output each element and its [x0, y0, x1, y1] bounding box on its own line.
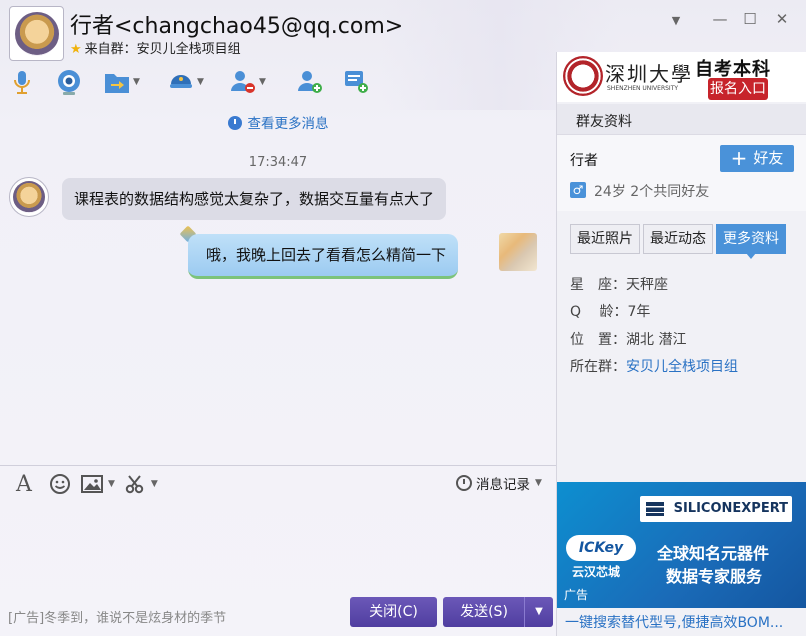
input-toolbar: A ▼ ▼	[10, 470, 158, 498]
sender-avatar[interactable]	[9, 177, 49, 217]
image-icon[interactable]	[78, 470, 106, 498]
profile-meta: 24岁 2个共同好友	[594, 181, 709, 201]
ad-text-link[interactable]: [广告]冬季到，谁说不是炫身材的季节	[8, 607, 226, 626]
message-bubble-received[interactable]: 课程表的数据结构感觉太复杂了，数据交互量有点大了	[62, 178, 447, 220]
chevron-down-icon[interactable]: ▼	[151, 479, 158, 489]
close-button[interactable]: 关闭(C)	[350, 597, 437, 627]
chevron-down-icon[interactable]: ▼	[535, 478, 542, 488]
close-window-button[interactable]: ✕	[771, 10, 793, 28]
profile-age: 24岁	[594, 184, 626, 200]
source-prefix: 来自群：	[84, 42, 137, 57]
window-title: 行者<changchao45@qq.com>	[70, 14, 404, 39]
add-friend-label: 好友	[753, 149, 784, 167]
font-icon[interactable]: A	[10, 470, 38, 498]
avatar-image	[13, 181, 45, 213]
section-title: 群友资料	[576, 114, 632, 130]
chevron-down-icon[interactable]: ▼	[108, 479, 115, 489]
mutual-friends[interactable]: 2个共同好友	[630, 184, 709, 200]
minimize-button[interactable]: —	[709, 10, 731, 28]
ickey-logo: ICKey	[566, 535, 636, 561]
message-timestamp: 17:34:47	[248, 155, 308, 170]
chat-window: 行者<changchao45@qq.com> ★ 来自群：安贝儿全栈项目组 ▼ —…	[0, 0, 806, 636]
section-header: 群友资料	[557, 104, 806, 135]
assist-group: ▼	[167, 66, 204, 98]
add-friend-button[interactable]: + 好友	[720, 145, 794, 172]
add-contact-icon[interactable]	[296, 68, 324, 96]
self-avatar[interactable]	[499, 233, 537, 271]
message-history-button[interactable]: 消息记录 ▼	[456, 473, 542, 493]
emoji-icon[interactable]	[46, 470, 74, 498]
detail-label: 星 座：	[570, 277, 626, 293]
tab-more-info[interactable]: 更多资料	[716, 224, 786, 259]
tab-recent-photos[interactable]: 最近照片	[570, 224, 640, 254]
profile-tabs: 最近照片 最近动态 更多资料	[570, 224, 789, 259]
ad-link[interactable]: 一键搜索替代型号,便捷高效BOM...	[565, 612, 801, 632]
scissors-icon[interactable]	[121, 470, 149, 498]
remove-group: ▼	[229, 66, 266, 98]
add-app-icon[interactable]	[343, 68, 371, 96]
chevron-down-icon[interactable]: ▼	[259, 77, 266, 87]
avatar-image	[14, 11, 59, 56]
maximize-button[interactable]: ☐	[739, 10, 761, 28]
chevron-down-icon[interactable]: ▼	[133, 77, 140, 87]
plus-icon: +	[730, 146, 748, 170]
detail-group: 所在群：安贝儿全栈项目组	[570, 356, 738, 376]
chevron-down-icon[interactable]: ▼	[665, 14, 687, 27]
camera-icon[interactable]	[55, 68, 83, 96]
detail-label: 位 置：	[570, 332, 626, 348]
contact-avatar[interactable]	[9, 6, 64, 61]
microphone-icon[interactable]	[8, 68, 36, 96]
video-group	[55, 66, 83, 98]
ad-line-2: 数据专家服务	[666, 567, 763, 586]
detail-qq-age: Q 龄：7年	[570, 301, 650, 321]
ad-banner-top[interactable]: 深圳大學 SHENZHEN UNIVERSITY 自考本科 报名入口	[557, 52, 806, 102]
school-name-cn: 深圳大學	[605, 62, 693, 86]
history-label: 消息记录	[476, 477, 530, 493]
send-button[interactable]: 发送(S) ▼	[443, 597, 553, 627]
chevron-down-icon[interactable]: ▼	[197, 77, 204, 87]
detail-value: 7年	[627, 304, 651, 320]
source-group-line: ★ 来自群：安贝儿全栈项目组	[70, 38, 241, 57]
send-options-chevron-icon[interactable]: ▼	[524, 597, 553, 627]
detail-label: Q 龄：	[570, 304, 628, 320]
app-group	[343, 66, 371, 98]
ad-tag: 广告	[564, 588, 589, 602]
detail-value: 天秤座	[626, 277, 668, 293]
file-group: ▼	[103, 66, 140, 98]
toolbar	[8, 66, 36, 98]
remove-contact-icon[interactable]	[229, 68, 257, 96]
detail-label: 所在群：	[570, 359, 626, 375]
view-more-messages-link[interactable]: 查看更多消息	[0, 112, 556, 132]
file-transfer-icon[interactable]	[103, 68, 131, 96]
message-bubble-sent[interactable]: 哦，我晚上回去了看看怎么精简一下	[188, 234, 459, 279]
university-seal-logo	[563, 56, 603, 96]
add-group	[296, 66, 324, 98]
detail-value: 湖北 潜江	[626, 332, 687, 348]
detail-location: 位 置：湖北 潜江	[570, 329, 686, 349]
history-icon	[456, 475, 472, 491]
source-group-link[interactable]: 安贝儿全栈项目组	[137, 42, 241, 57]
ad-line-1: 全球知名元器件	[657, 544, 770, 563]
send-label: 发送(S)	[460, 604, 508, 620]
clock-icon	[227, 116, 242, 130]
male-icon: ♂	[570, 182, 586, 198]
school-name-en: SHENZHEN UNIVERSITY	[607, 85, 679, 92]
star-icon: ★	[70, 42, 82, 57]
input-divider	[0, 465, 556, 466]
profile-name: 行者	[570, 153, 598, 169]
remote-assist-icon[interactable]	[167, 68, 195, 96]
group-link[interactable]: 安贝儿全栈项目组	[626, 359, 738, 375]
brand-mark-icon	[646, 502, 664, 516]
enroll-button[interactable]: 报名入口	[708, 78, 768, 100]
tab-recent-activity[interactable]: 最近动态	[643, 224, 713, 254]
ickey-subtitle: 云汉芯城	[572, 565, 621, 579]
view-more-label: 查看更多消息	[247, 116, 329, 132]
detail-constellation: 星 座：天秤座	[570, 274, 668, 294]
